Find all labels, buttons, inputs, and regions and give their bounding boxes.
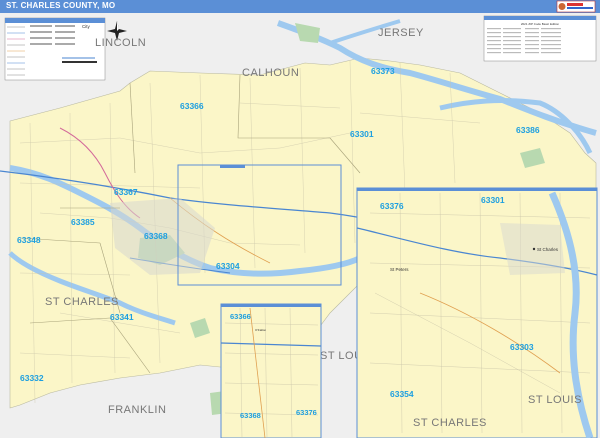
county-label-calhoun: CALHOUN	[242, 67, 299, 79]
zip-label: 63301	[350, 129, 374, 139]
brand-logo	[556, 0, 596, 13]
zip-label: 63366	[230, 312, 251, 321]
zip-label: 63366	[180, 101, 204, 111]
county-label-lincoln: LINCOLN	[95, 37, 146, 49]
zip-label: 63376	[296, 408, 317, 417]
legend-city-label: City	[82, 24, 90, 29]
edition-label: 2021 ZIP Code Basic Edition	[521, 22, 560, 26]
zip-label: 63332	[20, 373, 44, 383]
zip-label: 63304	[216, 261, 240, 271]
zip-label: 63385	[71, 217, 95, 227]
county-label-franklin: FRANKLIN	[108, 404, 166, 416]
zip-label: 63354	[390, 389, 414, 399]
zip-label: 63301	[481, 195, 505, 205]
map-title: ST. CHARLES COUNTY, MO	[6, 1, 116, 10]
city-label-st-charles: St Charles	[537, 247, 559, 252]
title-bar: ST. CHARLES COUNTY, MO	[0, 0, 600, 13]
zip-label: 63376	[380, 201, 404, 211]
county-label-st-charles: ST CHARLES	[45, 296, 119, 308]
zip-label: 63348	[17, 235, 41, 245]
map-frame: ST. CHARLES COUNTY, MO City 2021 ZIP Cod…	[0, 0, 600, 438]
zip-label: 63386	[516, 125, 540, 135]
zip-index-box: 2021 ZIP Code Basic Edition	[483, 15, 597, 62]
legend-box: City	[4, 17, 106, 81]
county-label-st-louis-inset: ST LOUIS	[528, 394, 582, 406]
map-canvas: City 2021 ZIP Code Basic Edition LINCOLN…	[0, 13, 600, 438]
zip-label: 63367	[114, 187, 138, 197]
zip-label: 63303	[510, 342, 534, 352]
zip-label: 63373	[371, 66, 395, 76]
city-label-st-peters: St Peters	[390, 267, 409, 272]
inset-ofallon: 63366 63368 63376 O'Fallon	[220, 303, 322, 438]
county-label-jersey: JERSEY	[378, 27, 424, 39]
city-label-ofallon: O'Fallon	[255, 328, 266, 332]
zip-label: 63368	[240, 411, 261, 420]
zip-label: 63368	[144, 231, 168, 241]
inset-st-charles: 63376 63301 63303 63354 St Peters St Cha…	[356, 187, 598, 438]
zip-label: 63341	[110, 312, 134, 322]
county-label-st-charles-inset: ST CHARLES	[413, 417, 487, 429]
